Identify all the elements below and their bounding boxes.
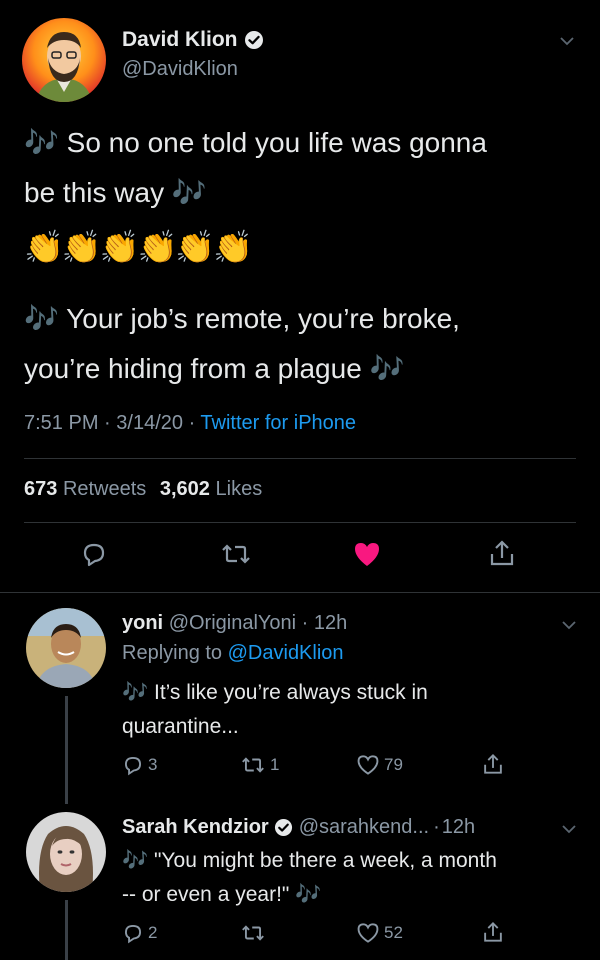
chevron-down-icon[interactable] — [560, 616, 578, 634]
reply-author-handle[interactable]: @sarahkend... — [299, 816, 429, 839]
heart-filled-icon — [352, 540, 382, 568]
reply-icon — [122, 922, 144, 944]
tweet-date: 3/14/20 — [116, 412, 183, 434]
tweet-line: you’re hiding from a plague 🎶 — [24, 353, 405, 384]
tweet-stats: 673 Retweets 3,602 Likes — [24, 478, 262, 501]
tweet-line: be this way 🎶 — [24, 177, 207, 208]
avatar-yoni[interactable] — [26, 608, 106, 688]
reply-button[interactable]: 3 — [122, 754, 157, 776]
chevron-down-icon[interactable] — [560, 820, 578, 838]
like-button[interactable]: 52 — [356, 922, 403, 944]
retweets-stat[interactable]: 673 Retweets — [24, 478, 152, 500]
verified-badge-icon — [244, 30, 264, 50]
thread-line — [65, 900, 68, 960]
retweet-icon — [240, 754, 266, 776]
share-icon — [482, 752, 504, 776]
heart-outline-icon — [356, 754, 380, 776]
share-button[interactable] — [488, 538, 516, 568]
reply-count: 2 — [148, 923, 158, 942]
avatar-sarah-kendzior[interactable] — [26, 812, 106, 892]
reply-button[interactable] — [80, 540, 108, 568]
author-name[interactable]: David Klion — [122, 28, 238, 52]
share-button[interactable] — [482, 752, 504, 776]
tweet-body: 🎶 So no one told you life was gonna be t… — [24, 118, 584, 218]
thread-line — [65, 696, 68, 804]
replying-to: Replying to @DavidKlion — [122, 642, 344, 664]
share-button[interactable] — [482, 920, 504, 944]
retweet-button[interactable] — [240, 922, 266, 944]
reply-time[interactable]: 12h — [314, 612, 347, 634]
verified-badge-icon — [274, 818, 293, 837]
clap-emojis: 👏👏👏👏👏👏 — [24, 229, 253, 265]
tweet-line: 🎶 So no one told you life was gonna — [24, 127, 487, 158]
reply-icon — [122, 754, 144, 776]
replying-to-link[interactable]: @DavidKlion — [228, 642, 344, 664]
heart-outline-icon — [356, 922, 380, 944]
likes-stat[interactable]: 3,602 Likes — [160, 478, 262, 500]
like-count: 52 — [384, 923, 403, 942]
avatar-david-klion[interactable] — [22, 18, 106, 102]
like-count: 79 — [384, 755, 403, 774]
retweet-icon — [220, 540, 252, 568]
reply-button[interactable]: 2 — [122, 922, 157, 944]
tweet-line: 🎶 Your job’s remote, you’re broke, — [24, 303, 460, 334]
retweet-icon — [240, 922, 266, 944]
reply-body: 🎶 It’s like you’re always stuck in quara… — [122, 681, 428, 738]
retweet-count: 1 — [270, 755, 280, 774]
divider — [0, 592, 600, 593]
reply-body: 🎶 "You might be there a week, a month --… — [122, 849, 497, 906]
reply-time[interactable]: 12h — [442, 816, 475, 839]
author-handle[interactable]: @DavidKlion — [122, 58, 238, 81]
reply-icon — [80, 540, 108, 568]
reply-author-name[interactable]: yoni — [122, 612, 163, 634]
like-button[interactable]: 79 — [356, 754, 403, 776]
tweet-timestamp: 7:51 PM · 3/14/20 · Twitter for iPhone — [24, 412, 357, 434]
tweet-time: 7:51 PM — [24, 412, 99, 434]
tweet-source-link[interactable]: Twitter for iPhone — [200, 412, 356, 434]
reply-author-handle[interactable]: @OriginalYoni — [169, 612, 296, 634]
reply-author-name[interactable]: Sarah Kendzior — [122, 816, 269, 839]
retweet-button[interactable] — [220, 540, 252, 568]
chevron-down-icon[interactable] — [558, 32, 576, 50]
share-icon — [482, 920, 504, 944]
like-button[interactable] — [352, 540, 382, 568]
reply-count: 3 — [148, 755, 158, 774]
share-icon — [488, 538, 516, 568]
divider — [24, 522, 576, 523]
retweet-button[interactable]: 1 — [240, 754, 279, 776]
divider — [24, 458, 576, 459]
